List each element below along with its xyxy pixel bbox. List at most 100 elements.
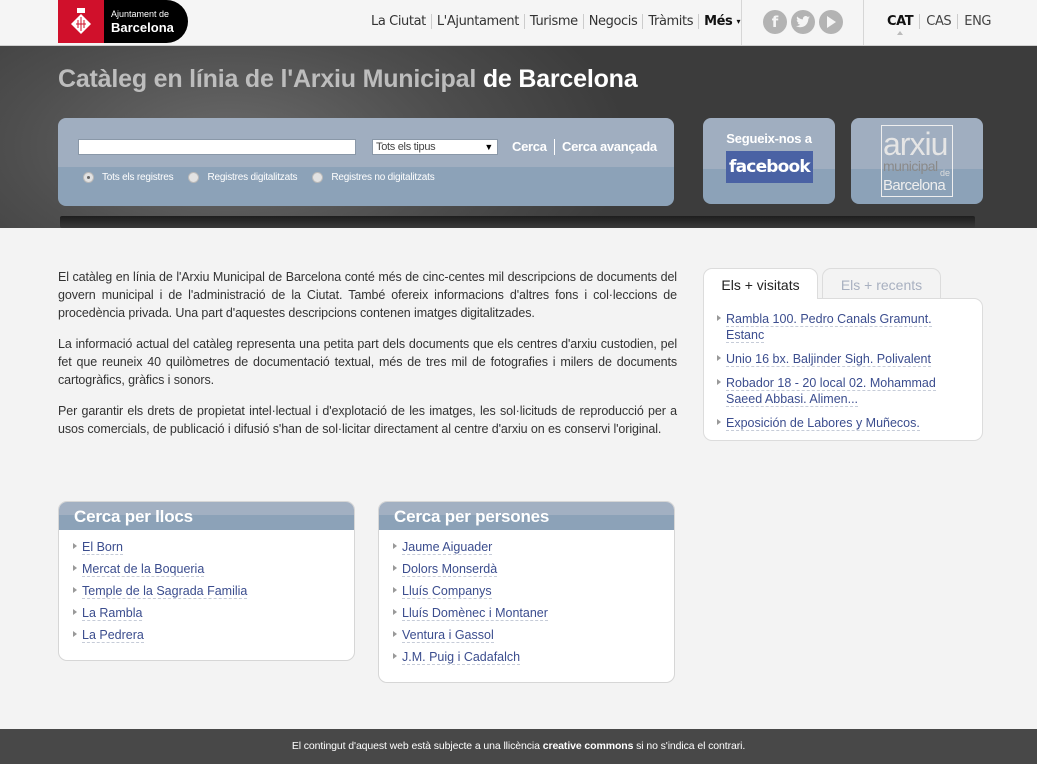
intro-text: El catàleg en línia de l'Arxiu Municipal… — [58, 268, 677, 451]
person-link[interactable]: J.M. Puig i Cadafalch — [402, 650, 521, 665]
facebook-logo-icon[interactable]: facebook — [726, 151, 813, 183]
radio-label: Registres no digitalitzats — [331, 172, 435, 183]
radio-checked-icon[interactable] — [83, 172, 94, 183]
divider — [741, 0, 742, 45]
logo-line2: Barcelona — [111, 19, 174, 35]
place-link[interactable]: El Born — [82, 540, 123, 555]
facebook-icon[interactable]: f — [763, 10, 787, 34]
arxiu-logo-line1: arxiu — [883, 126, 948, 162]
footer-text: si no s'indica el contrari. — [633, 740, 746, 752]
language-selector: CAT CAS ENG — [881, 14, 997, 35]
tab-most-recent[interactable]: Els + recents — [822, 268, 941, 300]
list-item: La Pedrera — [72, 627, 354, 643]
lang-cas[interactable]: CAS — [919, 14, 957, 29]
ajuntament-logo[interactable]: Ajuntament de Barcelona — [58, 0, 188, 43]
facebook-promo-label: Segueix-nos a — [726, 131, 812, 146]
list-item: Temple de la Sagrada Familia — [72, 583, 354, 599]
search-by-people-card: Cerca per persones Jaume Aiguader Dolors… — [378, 501, 675, 683]
list-item: El Born — [72, 539, 354, 555]
list-item: Jaume Aiguader — [392, 539, 674, 555]
search-panel: Tots els tipus ▼ Cerca Cerca avançada To… — [58, 118, 674, 206]
nav-negocis[interactable]: Negocis — [582, 14, 643, 29]
search-input[interactable] — [78, 139, 356, 155]
record-link[interactable]: Rambla 100. Pedro Canals Gramunt. Estanc — [726, 312, 932, 343]
place-link[interactable]: Temple de la Sagrada Familia — [82, 584, 248, 599]
facebook-promo[interactable]: Segueix-nos a facebook — [703, 118, 835, 204]
hero-banner: Catàleg en línia de l'Arxiu Municipal de… — [0, 46, 1037, 228]
search-button[interactable]: Cerca — [512, 139, 547, 154]
person-link[interactable]: Lluís Domènec i Montaner — [402, 606, 548, 621]
radio-label: Registres digitalitzats — [207, 172, 298, 183]
record-link[interactable]: Robador 18 - 20 local 02. Mohammad Saeed… — [726, 376, 936, 407]
person-link[interactable]: Lluís Companys — [402, 584, 492, 599]
list-item: La Rambla — [72, 605, 354, 621]
search-by-places-card: Cerca per llocs El Born Mercat de la Boq… — [58, 501, 355, 661]
creative-commons-link[interactable]: creative commons — [543, 740, 634, 752]
card-title: Cerca per llocs — [59, 502, 354, 530]
nav-mes-dropdown[interactable]: Més ▾ — [698, 14, 745, 29]
person-link[interactable]: Ventura i Gassol — [402, 628, 494, 643]
list-item: Mercat de la Boqueria — [72, 561, 354, 577]
place-link[interactable]: La Pedrera — [82, 628, 144, 643]
list-item: Unio 16 bx. Baljinder Sigh. Polivalent — [716, 351, 972, 367]
radio-label: Tots els registres — [102, 172, 174, 183]
tab-most-visited[interactable]: Els + visitats — [703, 268, 818, 299]
arxiu-promo[interactable]: arxiu municipal de Barcelona — [851, 118, 983, 204]
radio-not-digitized[interactable]: Registres no digitalitzats — [312, 172, 435, 183]
list-item: Lluís Domènec i Montaner — [392, 605, 674, 621]
type-select[interactable]: Tots els tipus ▼ — [372, 139, 498, 155]
person-link[interactable]: Jaume Aiguader — [402, 540, 493, 555]
list-item: Exposición de Labores y Muñecos. — [716, 415, 972, 431]
lang-eng[interactable]: ENG — [957, 14, 997, 29]
main-nav: La Ciutat L'Ajuntament Turisme Negocis T… — [366, 14, 745, 29]
intro-paragraph: El catàleg en línia de l'Arxiu Municipal… — [58, 270, 677, 320]
dropdown-arrow-icon: ▼ — [484, 142, 493, 152]
footer-text: El contingut d'aquest web està subjecte … — [291, 740, 543, 752]
twitter-icon[interactable] — [791, 10, 815, 34]
lang-cat[interactable]: CAT — [881, 14, 919, 35]
intro-paragraph: Per garantir els drets de propietat inte… — [58, 404, 677, 436]
nav-tramits[interactable]: Tràmits — [642, 14, 698, 29]
person-link[interactable]: Dolors Monserdà — [402, 562, 498, 577]
arxiu-logo-line4: Barcelona — [883, 177, 946, 194]
list-item: Dolors Monserdà — [392, 561, 674, 577]
radio-unchecked-icon[interactable] — [188, 172, 200, 183]
tab-panel: Rambla 100. Pedro Canals Gramunt. Estanc… — [703, 298, 983, 441]
top-bar: Ajuntament de Barcelona La Ciutat L'Ajun… — [0, 0, 1037, 46]
radio-digitized[interactable]: Registres digitalitzats — [188, 172, 298, 183]
footer: El contingut d'aquest web està subjecte … — [0, 729, 1037, 764]
nav-mes-label: Més — [704, 14, 733, 29]
record-link[interactable]: Unio 16 bx. Baljinder Sigh. Polivalent — [726, 352, 931, 367]
intro-paragraph: La informació actual del catàleg represe… — [58, 337, 677, 387]
record-link[interactable]: Exposición de Labores y Muñecos. — [726, 416, 920, 431]
radio-unchecked-icon[interactable] — [312, 172, 324, 183]
arxiu-logo-line2: municipal — [883, 158, 938, 174]
list-item: J.M. Puig i Cadafalch — [392, 649, 674, 665]
divider — [554, 139, 555, 155]
list-item: Robador 18 - 20 local 02. Mohammad Saeed… — [716, 375, 972, 407]
nav-la-ciutat[interactable]: La Ciutat — [366, 14, 431, 29]
nav-turisme[interactable]: Turisme — [523, 14, 583, 29]
type-select-value: Tots els tipus — [376, 141, 436, 153]
radio-all-records[interactable]: Tots els registres — [83, 172, 174, 183]
place-link[interactable]: Mercat de la Boqueria — [82, 562, 205, 577]
caret-down-icon: ▾ — [736, 17, 741, 26]
list-item: Ventura i Gassol — [392, 627, 674, 643]
logo-line1: Ajuntament de — [111, 8, 170, 19]
place-link[interactable]: La Rambla — [82, 606, 143, 621]
title-light: Catàleg en línia de l'Arxiu Municipal — [58, 65, 477, 93]
list-item: Rambla 100. Pedro Canals Gramunt. Estanc — [716, 311, 972, 343]
advanced-search-link[interactable]: Cerca avançada — [562, 139, 657, 154]
hero-shadow — [60, 216, 975, 228]
list-item: Lluís Companys — [392, 583, 674, 599]
record-filter: Tots els registres Registres digitalitza… — [83, 172, 450, 183]
arxiu-municipal-logo[interactable]: arxiu municipal de Barcelona — [881, 125, 953, 197]
divider — [863, 0, 864, 45]
page-title: Catàleg en línia de l'Arxiu Municipal de… — [58, 65, 638, 94]
title-strong: de Barcelona — [482, 65, 638, 93]
nav-ajuntament[interactable]: L'Ajuntament — [430, 14, 524, 29]
youtube-icon[interactable] — [819, 10, 843, 34]
social-links: f — [763, 10, 843, 34]
coat-of-arms-icon — [58, 0, 104, 43]
card-title: Cerca per persones — [379, 502, 674, 530]
